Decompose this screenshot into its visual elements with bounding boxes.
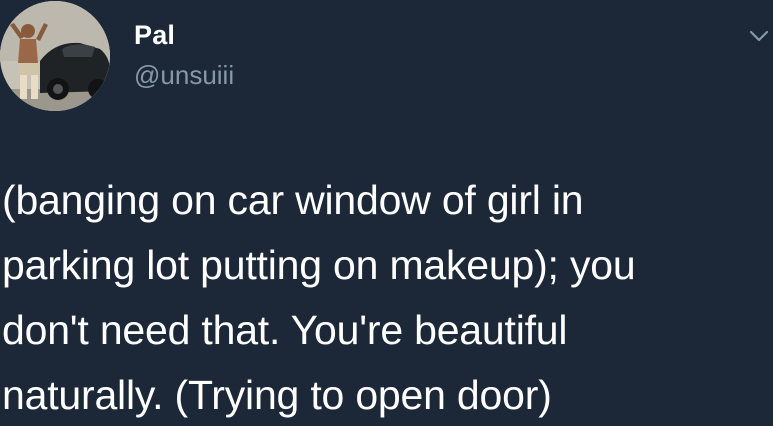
avatar[interactable] [0,1,110,111]
tweet-card: Pal @unsuiii (banging on car window of g… [0,0,773,426]
chevron-down-icon[interactable] [748,28,770,44]
avatar-photo-icon [0,1,110,111]
tweet-text: (banging on car window of girl in parkin… [2,177,636,418]
display-name[interactable]: Pal [134,20,175,51]
user-handle[interactable]: @unsuiii [134,60,234,91]
